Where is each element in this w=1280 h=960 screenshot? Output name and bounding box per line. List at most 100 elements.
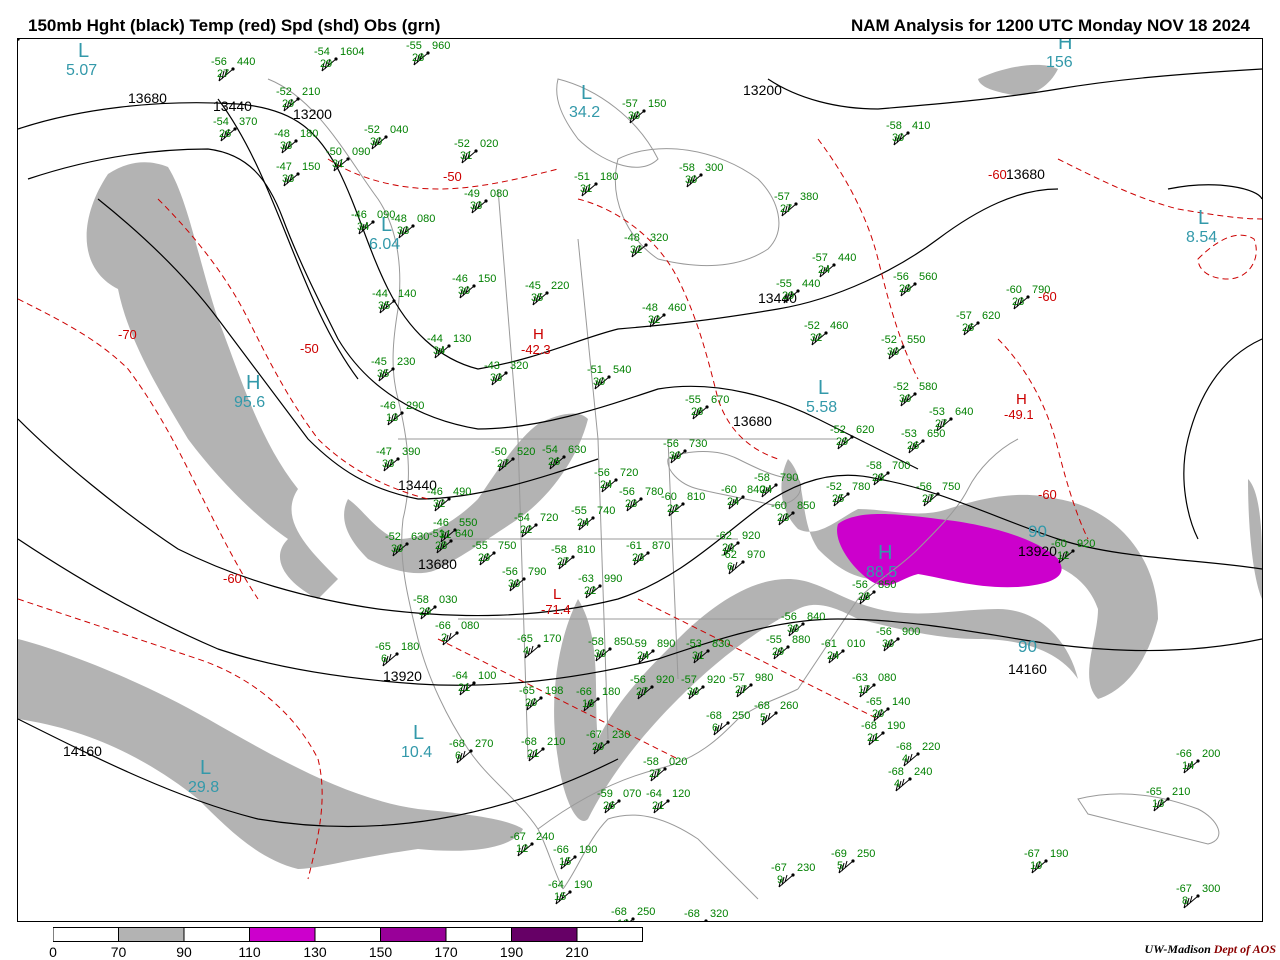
obs-height: 130: [453, 333, 471, 345]
station-obs: -5130 540: [587, 364, 631, 390]
obs-speed: 33: [470, 200, 482, 212]
high-center: H-49.1: [1004, 391, 1034, 422]
obs-height: 490: [453, 486, 471, 498]
height-contour-label: 13440: [213, 98, 252, 114]
station-obs: -5131 180: [574, 171, 618, 197]
obs-speed: 21: [458, 682, 470, 694]
obs-temp: -60: [661, 491, 677, 503]
obs-height: 080: [878, 672, 896, 684]
obs-height: 210: [1172, 786, 1190, 798]
obs-speed: 30: [669, 450, 681, 462]
obs-height: 460: [668, 302, 686, 314]
obs-temp: -62: [721, 549, 737, 561]
obs-temp: -56: [916, 481, 932, 493]
obs-temp: -59: [631, 638, 647, 650]
obs-height: 640: [455, 528, 473, 540]
station-obs: -5326 650: [901, 428, 945, 454]
obs-temp: -55: [776, 278, 792, 290]
colorbar-label: 130: [303, 944, 327, 960]
obs-height: 720: [620, 467, 638, 479]
obs-speed: 12: [1057, 550, 1069, 562]
obs-height: 790: [780, 472, 798, 484]
obs-height: 560: [919, 271, 937, 283]
station-obs: -679 230: [771, 862, 815, 888]
obs-height: 320: [650, 232, 668, 244]
obs-height: 210: [302, 86, 320, 98]
obs-speed: 29: [282, 98, 294, 110]
obs-height: 750: [498, 540, 516, 552]
province-line-1: [497, 188, 519, 440]
obs-temp: -50: [491, 446, 507, 458]
station-obs: -5232 460: [804, 320, 848, 346]
obs-temp: -52: [881, 334, 897, 346]
obs-temp: -52: [454, 138, 470, 150]
obs-height: 190: [579, 844, 597, 856]
obs-temp: -65: [1146, 786, 1162, 798]
station-obs: -5730 150: [622, 98, 666, 124]
obs-speed: 28: [691, 406, 703, 418]
low-center: L34.2: [569, 82, 600, 121]
station-obs: -6615 190: [553, 844, 597, 870]
obs-temp: -68: [449, 738, 465, 750]
station-obs: -5830 410: [886, 120, 930, 146]
obs-speed: 29: [782, 290, 794, 302]
obs-temp: -49: [464, 188, 480, 200]
center-letter: L: [78, 40, 89, 62]
obs-temp: -58: [679, 162, 695, 174]
obs-temp: -57: [729, 672, 745, 684]
obs-speed: 27: [922, 493, 934, 505]
colorbar-label: 110: [238, 944, 261, 960]
station-obs: -689260: [18, 39, 20, 41]
obs-height: 190: [574, 879, 592, 891]
high-center: H-42.3: [521, 326, 551, 357]
obs-temp: -65: [519, 685, 535, 697]
obs-temp: -59: [597, 788, 613, 800]
station-obs: -686 270: [449, 738, 493, 764]
obs-height: 790: [528, 566, 546, 578]
station-obs: -684 240: [888, 766, 932, 792]
obs-speed: 35: [377, 368, 389, 380]
high-center: H156: [1046, 39, 1073, 71]
obs-speed: 29: [899, 283, 911, 295]
obs-height: 220: [551, 280, 569, 292]
temp-contour-label: -50: [300, 341, 319, 356]
center-letter: L: [553, 586, 561, 603]
temp-contour-label: -60: [988, 167, 1007, 182]
obs-temp: -48: [391, 213, 407, 225]
height-contour-label: 13200: [293, 106, 332, 122]
obs-speed: 33: [282, 173, 294, 185]
obs-temp: -46: [452, 273, 468, 285]
obs-height: 140: [892, 696, 910, 708]
center-letter: H: [1058, 39, 1072, 54]
obs-speed: 6: [381, 653, 387, 665]
obs-temp: -58: [588, 636, 604, 648]
obs-speed: 30: [892, 132, 904, 144]
obs-speed: 24: [760, 484, 772, 496]
station-obs: -5627 440: [211, 56, 255, 82]
obs-height: 120: [672, 788, 690, 800]
obs-height: 540: [613, 364, 631, 376]
station-obs: -5426 370: [213, 116, 257, 142]
colorbar-label: 90: [176, 944, 192, 960]
obs-temp: -56: [619, 486, 635, 498]
obs-speed: 14: [1182, 760, 1194, 772]
obs-temp: -60: [771, 500, 787, 512]
obs-speed: 29: [872, 472, 884, 484]
obs-height: 190: [887, 720, 905, 732]
low-center: L10.4: [401, 722, 432, 761]
obs-temp: -64: [548, 879, 564, 891]
station-obs: -6520 140: [866, 696, 910, 722]
obs-temp: -48: [274, 128, 290, 140]
station-obs: -6024840: [721, 484, 765, 510]
obs-temp: -56: [211, 56, 227, 68]
station-obs: -5730 920: [681, 674, 725, 700]
station-obs: -5727 980: [729, 672, 773, 698]
station-obs: -6618 180: [576, 686, 620, 712]
obs-height: 620: [982, 310, 1000, 322]
station-obs: -5229 620: [830, 424, 874, 450]
obs-speed: 30: [628, 110, 640, 122]
chart-title: 150mb Hght (black) Temp (red) Spd (shd) …: [28, 16, 441, 35]
temp-contour-label: -60: [223, 571, 242, 586]
colorbar-segment: [118, 927, 185, 942]
obs-speed: 23: [632, 552, 644, 564]
